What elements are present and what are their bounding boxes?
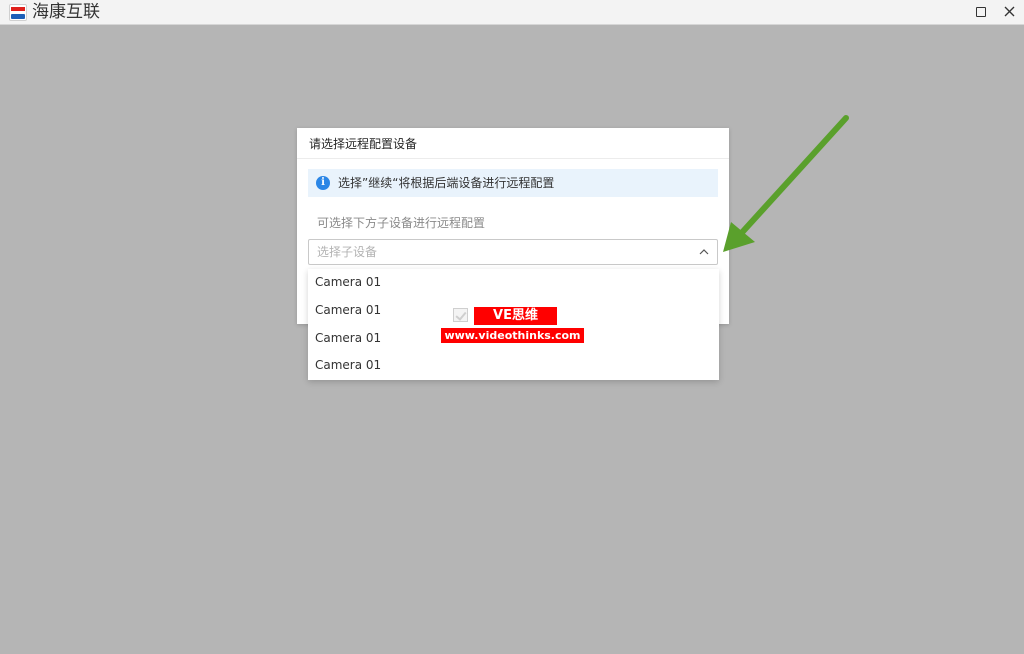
info-banner: i 选择”继续“将根据后端设备进行远程配置: [308, 169, 718, 197]
chevron-up-icon[interactable]: [698, 246, 710, 258]
watermark: VE思维 www.videothinks.com: [441, 307, 585, 344]
dialog-divider: [297, 158, 729, 159]
close-button[interactable]: [998, 1, 1020, 23]
dropdown-option[interactable]: Camera 01: [308, 352, 719, 379]
maximize-button[interactable]: [970, 1, 992, 23]
sub-device-select[interactable]: 选择子设备: [308, 239, 718, 265]
title-bar: 海康互联: [0, 0, 1024, 25]
option-label: Camera 01: [315, 331, 382, 345]
option-label: Camera 01: [315, 303, 382, 317]
watermark-label: VE思维: [474, 307, 557, 325]
option-label: Camera 01: [315, 358, 382, 372]
hikvision-logo-icon: [9, 4, 27, 21]
dropdown-option[interactable]: Camera 01: [308, 269, 719, 296]
maximize-icon: [976, 7, 986, 17]
app-title: 海康互联: [32, 2, 100, 22]
close-icon: [1004, 6, 1015, 17]
dialog-title: 请选择远程配置设备: [309, 137, 418, 151]
checkbox-icon: [453, 308, 468, 322]
info-icon: i: [316, 176, 330, 190]
select-placeholder: 选择子设备: [317, 245, 378, 259]
option-label: Camera 01: [315, 275, 382, 289]
info-text: 选择”继续“将根据后端设备进行远程配置: [338, 176, 555, 190]
hint-text: 可选择下方子设备进行远程配置: [317, 216, 486, 230]
watermark-url: www.videothinks.com: [441, 328, 584, 343]
green-arrow-icon: [723, 115, 849, 252]
